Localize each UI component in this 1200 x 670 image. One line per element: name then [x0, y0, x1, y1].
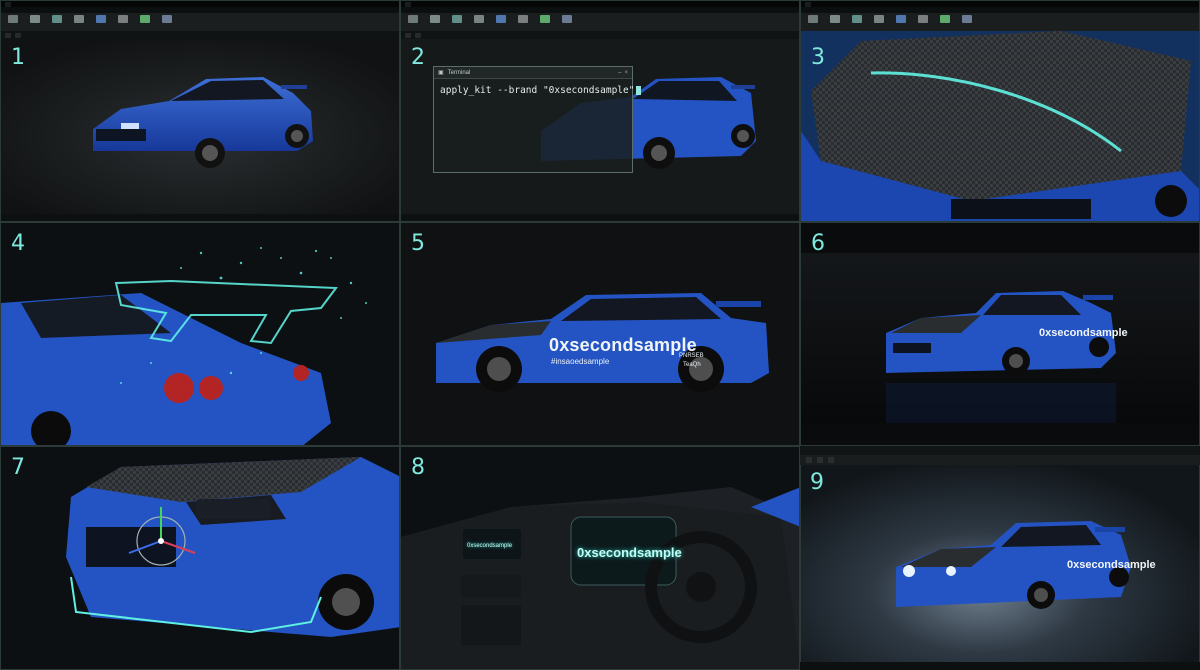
tool-marketplace-icon[interactable] [849, 15, 865, 28]
tool-content-icon[interactable] [27, 15, 43, 28]
panel-number: 3 [811, 45, 825, 70]
tool-marketplace-icon[interactable] [49, 15, 65, 28]
tool-settings-icon[interactable] [471, 15, 487, 28]
tool-settings-icon[interactable] [71, 15, 87, 28]
editor-tab[interactable] [5, 1, 11, 7]
three-quarter-render [801, 223, 1199, 445]
editor-tab[interactable] [805, 1, 811, 7]
wing-assembly-render [1, 223, 399, 445]
tool-build-icon[interactable] [515, 15, 531, 28]
viewport-lit-chip[interactable] [415, 32, 421, 38]
close-icon[interactable]: × [624, 70, 628, 76]
panel9-statusbar [800, 662, 1200, 670]
tool-play-icon[interactable] [537, 15, 553, 28]
panel-5-side-livery[interactable]: 5 0xsecondsample #insaoedsample PNRSEB T… [400, 222, 800, 446]
panel9-door-decal: 0xsecondsample [1067, 559, 1156, 571]
terminal-cursor [636, 86, 642, 95]
tool-save-icon[interactable] [5, 15, 21, 28]
panel-number: 5 [411, 231, 425, 256]
tool-launch-icon[interactable] [559, 15, 575, 28]
viewport-options-bar [1, 31, 399, 39]
viewport-lit-chip[interactable] [15, 32, 21, 38]
editor-toolbar [801, 13, 1199, 31]
panel-9-editor-final-render[interactable]: 0xsecondsample [800, 446, 1200, 670]
tool-play-icon[interactable] [937, 15, 953, 28]
panel6-door-decal: 0xsecondsample [1039, 327, 1128, 339]
tool-save-icon[interactable] [805, 15, 821, 28]
panel9-tool-chip[interactable] [828, 457, 834, 463]
panel9-menubar [800, 446, 1200, 455]
editor-toolbar [401, 13, 799, 31]
panel9-toolbar [800, 455, 1200, 465]
terminal-command: apply_kit --brand "0xsecondsample" [440, 85, 635, 96]
tool-play-icon[interactable] [137, 15, 153, 28]
door-decal-text: 0xsecondsample [549, 335, 697, 355]
editor-statusbar [401, 214, 799, 221]
head-unit-text: 0xsecondsample [467, 543, 513, 549]
viewport-perspective-chip[interactable] [5, 32, 11, 38]
panel-number: 8 [411, 455, 425, 480]
viewport-perspective-chip[interactable] [405, 32, 411, 38]
dash-screen-text: 0xsecondsample [577, 545, 682, 560]
terminal-output[interactable]: apply_kit --brand "0xsecondsample" [434, 79, 642, 102]
panel-3-carbon-hood[interactable]: 3 [800, 0, 1200, 222]
panel-8-interior-dash[interactable]: 8 0xsecondsample 0xsecondsample [400, 446, 800, 670]
panel-4-wing-particles[interactable]: 4 [0, 222, 400, 446]
tool-settings-icon[interactable] [871, 15, 887, 28]
terminal-title: Terminal [447, 69, 471, 76]
rear-decal-text: PNRSEB [679, 353, 704, 359]
editor-tab[interactable] [405, 1, 411, 7]
editor-statusbar [1, 214, 399, 221]
rear-decal-subtext: TeaQh [683, 362, 701, 368]
panel-number: 7 [11, 455, 25, 480]
carbon-hood-render [801, 31, 1199, 221]
panel-number: 9 [810, 470, 824, 495]
tool-marketplace-icon[interactable] [449, 15, 465, 28]
terminal-icon: ▣ [438, 70, 444, 76]
tool-save-icon[interactable] [405, 15, 421, 28]
panel9-tool-chip[interactable] [817, 457, 823, 463]
tool-blueprint-icon[interactable] [493, 15, 509, 28]
tool-launch-icon[interactable] [159, 15, 175, 28]
panel-number: 1 [11, 45, 25, 70]
tool-content-icon[interactable] [827, 15, 843, 28]
door-decal-subtext: #insaoedsample [551, 357, 610, 366]
terminal-titlebar[interactable]: ▣ Terminal – × [434, 67, 632, 79]
panel9-tool-chip[interactable] [806, 457, 812, 463]
terminal-window[interactable]: ▣ Terminal – × apply_kit --brand "0xseco… [433, 66, 642, 173]
transform-gizmo-icon[interactable] [121, 501, 201, 581]
tool-blueprint-icon[interactable] [893, 15, 909, 28]
panel-number: 2 [411, 45, 425, 70]
panel-number: 4 [11, 231, 25, 256]
panel-7-front-lip-gizmo[interactable]: 7 [0, 446, 400, 670]
tool-content-icon[interactable] [427, 15, 443, 28]
minimize-icon[interactable]: – [618, 70, 621, 76]
tool-launch-icon[interactable] [959, 15, 975, 28]
panel-6-final-livery-front[interactable]: 6 0xsecondsample [800, 222, 1200, 446]
editor-toolbar [1, 13, 399, 31]
tool-build-icon[interactable] [915, 15, 931, 28]
panel-number: 6 [811, 231, 825, 256]
tool-blueprint-icon[interactable] [93, 15, 109, 28]
viewport-options-bar [401, 31, 799, 39]
tool-build-icon[interactable] [115, 15, 131, 28]
panel-1-editor-viewport[interactable]: 1 [0, 0, 400, 222]
